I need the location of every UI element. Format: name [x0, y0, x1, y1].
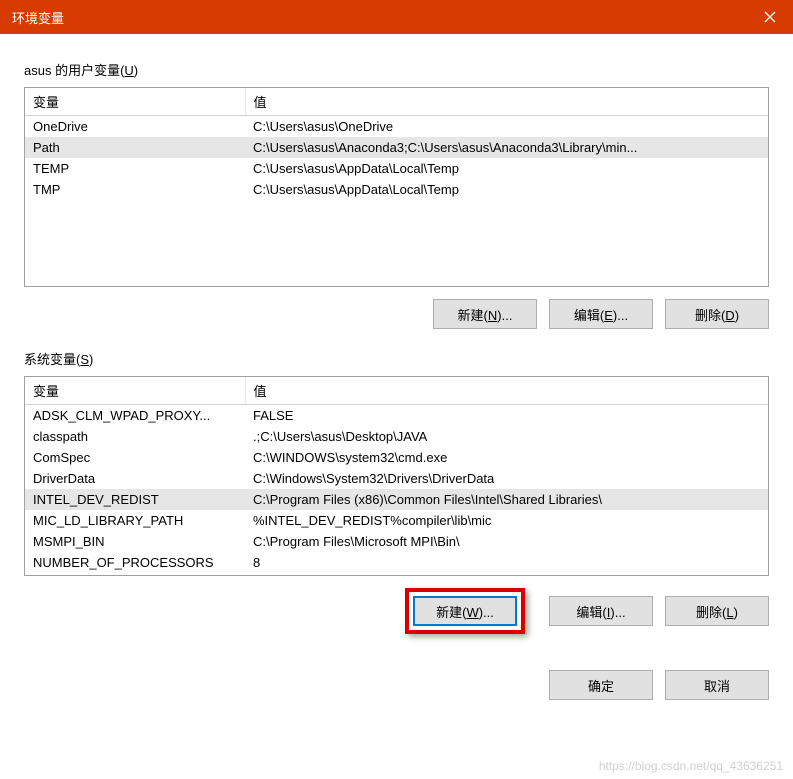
user-col-value[interactable]: 值: [245, 88, 768, 116]
user-delete-button[interactable]: 删除(D): [665, 299, 769, 329]
cell-value: C:\Users\asus\OneDrive: [245, 116, 768, 138]
dialog-footer: 确定 取消: [24, 670, 769, 700]
cell-variable: ADSK_CLM_WPAD_PROXY...: [25, 405, 245, 427]
cell-variable: Path: [25, 137, 245, 158]
cell-variable: OneDrive: [25, 116, 245, 138]
cell-variable: TMP: [25, 179, 245, 200]
cell-value: C:\Program Files (x86)\Common Files\Inte…: [245, 489, 768, 510]
system-buttons: 新建(W)... 编辑(I)... 删除(L): [24, 588, 769, 634]
dialog-content: asus 的用户变量(U) 变量 值 OneDriveC:\Users\asus…: [0, 34, 793, 779]
table-row[interactable]: INTEL_DEV_REDISTC:\Program Files (x86)\C…: [25, 489, 768, 510]
cancel-button[interactable]: 取消: [665, 670, 769, 700]
user-variables-table[interactable]: 变量 值 OneDriveC:\Users\asus\OneDrivePathC…: [24, 87, 769, 287]
sys-col-variable[interactable]: 变量: [25, 377, 245, 405]
table-row[interactable]: ComSpecC:\WINDOWS\system32\cmd.exe: [25, 447, 768, 468]
table-row[interactable]: NUMBER_OF_PROCESSORS8: [25, 552, 768, 573]
cell-value: C:\WINDOWS\system32\cmd.exe: [245, 447, 768, 468]
cell-variable: DriverData: [25, 468, 245, 489]
cell-value: %INTEL_DEV_REDIST%compiler\lib\mic: [245, 510, 768, 531]
table-row[interactable]: MIC_LD_LIBRARY_PATH%INTEL_DEV_REDIST%com…: [25, 510, 768, 531]
close-button[interactable]: [747, 0, 793, 34]
user-edit-button[interactable]: 编辑(E)...: [549, 299, 653, 329]
cell-variable: INTEL_DEV_REDIST: [25, 489, 245, 510]
sys-col-value[interactable]: 值: [245, 377, 768, 405]
cell-variable: NUMBER_OF_PROCESSORS: [25, 552, 245, 573]
cell-value: .;C:\Users\asus\Desktop\JAVA: [245, 426, 768, 447]
user-new-button[interactable]: 新建(N)...: [433, 299, 537, 329]
cell-value: 8: [245, 552, 768, 573]
close-icon: [764, 11, 776, 23]
cell-value: C:\Windows\System32\Drivers\DriverData: [245, 468, 768, 489]
system-delete-button[interactable]: 删除(L): [665, 596, 769, 626]
cell-value: C:\Users\asus\Anaconda3;C:\Users\asus\An…: [245, 137, 768, 158]
window-title: 环境变量: [12, 8, 747, 27]
cell-value: C:\Users\asus\AppData\Local\Temp: [245, 179, 768, 200]
user-variables-section: asus 的用户变量(U) 变量 值 OneDriveC:\Users\asus…: [24, 60, 769, 329]
system-section-label: 系统变量(S): [24, 349, 769, 368]
cell-value: C:\Users\asus\AppData\Local\Temp: [245, 158, 768, 179]
table-row[interactable]: TEMPC:\Users\asus\AppData\Local\Temp: [25, 158, 768, 179]
titlebar: 环境变量: [0, 0, 793, 34]
cell-variable: MIC_LD_LIBRARY_PATH: [25, 510, 245, 531]
table-row[interactable]: ADSK_CLM_WPAD_PROXY...FALSE: [25, 405, 768, 427]
highlight-annotation: 新建(W)...: [405, 588, 525, 634]
cell-variable: TEMP: [25, 158, 245, 179]
cell-value: C:\Program Files\Microsoft MPI\Bin\: [245, 531, 768, 552]
table-row[interactable]: MSMPI_BINC:\Program Files\Microsoft MPI\…: [25, 531, 768, 552]
cell-variable: MSMPI_BIN: [25, 531, 245, 552]
system-variables-section: 系统变量(S) 变量 值 ADSK_CLM_WPAD_PROXY...FALSE…: [24, 349, 769, 634]
cell-variable: classpath: [25, 426, 245, 447]
user-col-variable[interactable]: 变量: [25, 88, 245, 116]
table-row[interactable]: TMPC:\Users\asus\AppData\Local\Temp: [25, 179, 768, 200]
cell-variable: ComSpec: [25, 447, 245, 468]
system-edit-button[interactable]: 编辑(I)...: [549, 596, 653, 626]
system-variables-table[interactable]: 变量 值 ADSK_CLM_WPAD_PROXY...FALSEclasspat…: [24, 376, 769, 576]
user-buttons: 新建(N)... 编辑(E)... 删除(D): [24, 299, 769, 329]
table-row[interactable]: classpath.;C:\Users\asus\Desktop\JAVA: [25, 426, 768, 447]
table-row[interactable]: OneDriveC:\Users\asus\OneDrive: [25, 116, 768, 138]
cell-value: FALSE: [245, 405, 768, 427]
system-new-button[interactable]: 新建(W)...: [413, 596, 517, 626]
user-section-label: asus 的用户变量(U): [24, 60, 769, 79]
table-row[interactable]: DriverDataC:\Windows\System32\Drivers\Dr…: [25, 468, 768, 489]
table-row[interactable]: PathC:\Users\asus\Anaconda3;C:\Users\asu…: [25, 137, 768, 158]
ok-button[interactable]: 确定: [549, 670, 653, 700]
